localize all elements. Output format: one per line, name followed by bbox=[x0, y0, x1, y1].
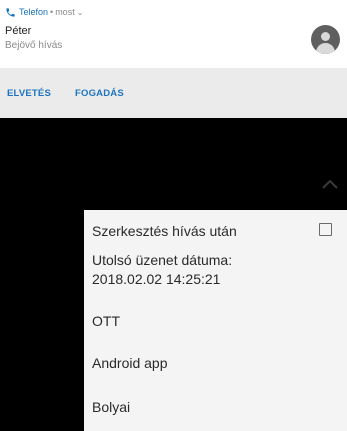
menu-item-label: Bolyai bbox=[92, 399, 131, 415]
menu-item-label: OTT bbox=[92, 313, 120, 329]
caller-name: Péter bbox=[5, 25, 32, 37]
app-name: Telefon bbox=[19, 7, 49, 17]
chevron-up-icon[interactable] bbox=[321, 178, 339, 190]
incoming-call-notification[interactable]: Telefon • most ⌄ Péter Bejövő hívás bbox=[0, 0, 347, 68]
menu-item[interactable]: Android app bbox=[84, 342, 347, 384]
phone-icon bbox=[6, 7, 15, 17]
menu-item[interactable]: OTT bbox=[84, 300, 347, 342]
reject-call-button[interactable]: ELVETÉS bbox=[7, 88, 51, 99]
edit-after-call-option[interactable]: Szerkesztés hívás után bbox=[84, 210, 347, 248]
last-message-label: Utolsó üzenet dátuma: bbox=[92, 252, 233, 268]
notification-actions: ELVETÉS FOGADÁS bbox=[0, 68, 347, 118]
edit-after-call-label: Szerkesztés hívás után bbox=[92, 223, 237, 239]
last-message-value: 2018.02.02 14:25:21 bbox=[92, 271, 221, 287]
notification-time: most bbox=[55, 7, 75, 17]
call-status: Bejövő hívás bbox=[5, 40, 63, 51]
notification-header: Telefon • most ⌄ bbox=[5, 6, 83, 18]
header-separator: • bbox=[50, 7, 54, 17]
person-avatar-icon bbox=[311, 25, 340, 54]
accept-call-button[interactable]: FOGADÁS bbox=[75, 88, 124, 99]
popup-menu: Szerkesztés hívás után Utolsó üzenet dát… bbox=[84, 210, 347, 431]
last-message-date: Utolsó üzenet dátuma: 2018.02.02 14:25:2… bbox=[84, 248, 347, 300]
menu-item[interactable]: Bolyai bbox=[84, 384, 347, 431]
menu-item-label: Android app bbox=[92, 355, 168, 371]
chevron-down-icon[interactable]: ⌄ bbox=[77, 8, 84, 17]
edit-after-call-checkbox[interactable] bbox=[319, 223, 332, 236]
